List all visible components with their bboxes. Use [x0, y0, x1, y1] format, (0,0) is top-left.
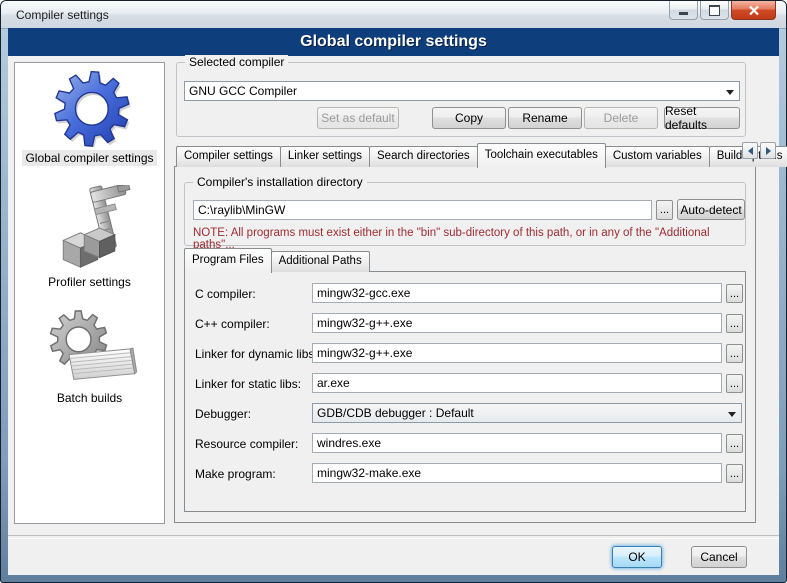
c-compiler-input[interactable]	[312, 283, 722, 303]
page-title-band: Global compiler settings	[8, 28, 779, 56]
arrow-left-icon	[748, 147, 753, 155]
page-title: Global compiler settings	[300, 33, 487, 51]
maximize-button[interactable]	[700, 1, 729, 20]
tab-program-files[interactable]: Program Files	[184, 248, 272, 273]
tab-additional-paths[interactable]: Additional Paths	[271, 251, 370, 272]
cancel-button[interactable]: Cancel	[691, 546, 747, 568]
debugger-select-value: GDB/CDB debugger : Default	[317, 406, 474, 420]
rename-button[interactable]: Rename	[508, 107, 582, 129]
compiler-select[interactable]: GNU GCC Compiler	[184, 81, 740, 101]
resource-compiler-input[interactable]	[312, 433, 722, 453]
chevron-down-icon	[728, 412, 736, 417]
sidebar-item-label: Global compiler settings	[22, 150, 156, 166]
sidebar-item-batch-builds[interactable]: Batch builds	[15, 307, 164, 406]
field-row-resource-compiler: Resource compiler: ...	[184, 433, 746, 455]
window-title: Compiler settings	[16, 8, 109, 22]
footer-divider	[8, 535, 779, 539]
field-label: C compiler:	[195, 287, 256, 301]
tab-scroll-right-button[interactable]	[760, 142, 776, 159]
minimize-button[interactable]	[669, 1, 698, 20]
installation-directory-input[interactable]	[193, 200, 652, 220]
static-linker-input[interactable]	[312, 373, 722, 393]
tab-custom-variables[interactable]: Custom variables	[605, 146, 710, 167]
debugger-select[interactable]: GDB/CDB debugger : Default	[312, 403, 742, 423]
tab-scroll-left-button[interactable]	[742, 142, 758, 159]
field-row-debugger: Debugger: GDB/CDB debugger : Default	[184, 403, 746, 425]
sidebar-item-label: Batch builds	[54, 390, 125, 406]
sidebar-item-global-compiler-settings[interactable]: Global compiler settings	[15, 67, 164, 166]
tab-compiler-settings[interactable]: Compiler settings	[176, 146, 281, 167]
field-label: Resource compiler:	[195, 437, 298, 451]
field-label: Debugger:	[195, 407, 251, 421]
installation-directory-group-label: Compiler's installation directory	[193, 175, 367, 189]
installation-directory-browse-button[interactable]: ...	[656, 200, 673, 220]
selected-compiler-group-label: Selected compiler	[185, 55, 288, 69]
settings-category-list: Global compiler settings Profi	[14, 62, 165, 524]
compiler-select-value: GNU GCC Compiler	[189, 84, 297, 98]
auto-detect-button[interactable]: Auto-detect	[677, 199, 745, 220]
resource-compiler-browse-button[interactable]: ...	[726, 434, 743, 453]
field-row-make-program: Make program: ...	[184, 463, 746, 485]
static-linker-browse-button[interactable]: ...	[726, 374, 743, 393]
sidebar-item-profiler-settings[interactable]: Profiler settings	[15, 185, 164, 290]
copy-button[interactable]: Copy	[432, 107, 506, 129]
field-label: C++ compiler:	[195, 317, 270, 331]
field-label: Make program:	[195, 467, 276, 481]
gear-papers-icon	[42, 307, 138, 387]
tab-search-directories[interactable]: Search directories	[369, 146, 478, 167]
set-as-default-button[interactable]: Set as default	[317, 107, 399, 129]
field-label: Linker for static libs:	[195, 377, 301, 391]
delete-button[interactable]: Delete	[584, 107, 658, 129]
make-program-browse-button[interactable]: ...	[726, 464, 743, 483]
close-icon	[748, 5, 760, 16]
cpp-compiler-browse-button[interactable]: ...	[726, 314, 743, 333]
field-row-dynamic-linker: Linker for dynamic libs: ...	[184, 343, 746, 365]
arrow-right-icon	[766, 147, 771, 155]
cpp-compiler-input[interactable]	[312, 313, 722, 333]
sidebar-item-label: Profiler settings	[45, 274, 134, 290]
c-compiler-browse-button[interactable]: ...	[726, 284, 743, 303]
note-text: NOTE: All programs must exist either in …	[193, 227, 741, 251]
tab-linker-settings[interactable]: Linker settings	[280, 146, 370, 167]
ok-button[interactable]: OK	[612, 546, 662, 568]
field-row-cpp-compiler: C++ compiler: ...	[184, 313, 746, 335]
make-program-input[interactable]	[312, 463, 722, 483]
field-row-c-compiler: C compiler: ...	[184, 283, 746, 305]
tab-toolchain-executables[interactable]: Toolchain executables	[477, 143, 606, 168]
dynamic-linker-input[interactable]	[312, 343, 722, 363]
field-row-static-linker: Linker for static libs: ...	[184, 373, 746, 395]
chevron-down-icon	[726, 90, 734, 95]
maximize-icon	[709, 5, 720, 16]
caliper-cubes-icon	[42, 185, 138, 271]
blue-gear-icon	[44, 67, 136, 147]
dynamic-linker-browse-button[interactable]: ...	[726, 344, 743, 363]
close-button[interactable]	[731, 1, 776, 20]
reset-defaults-button[interactable]: Reset defaults	[664, 107, 740, 129]
field-label: Linker for dynamic libs:	[195, 347, 318, 361]
minimize-icon	[679, 12, 688, 15]
